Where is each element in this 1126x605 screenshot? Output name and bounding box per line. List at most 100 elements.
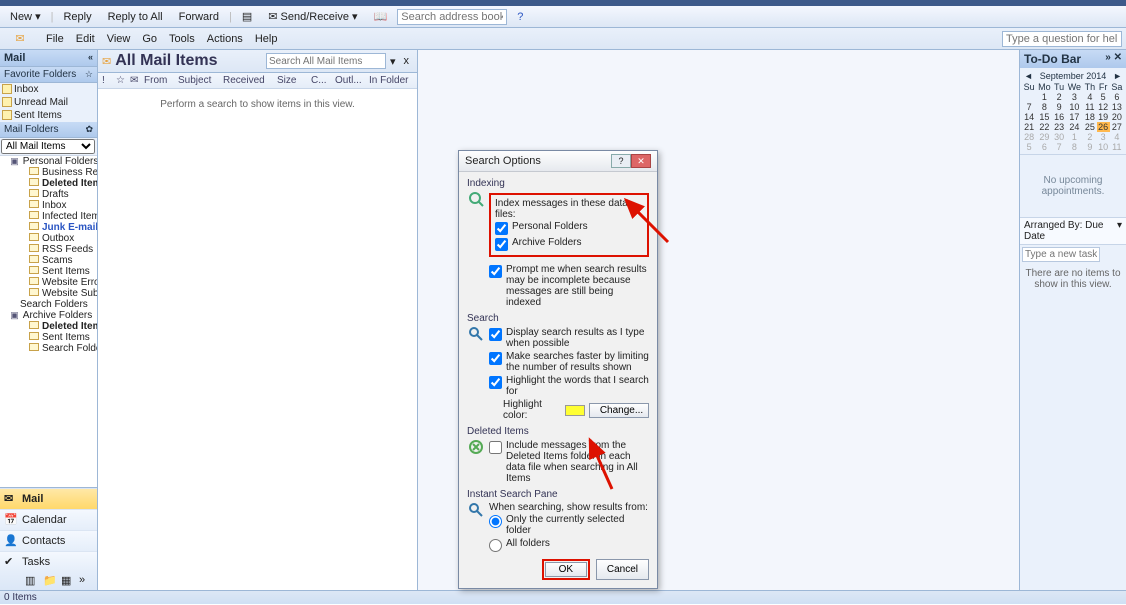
calendar-day[interactable]: 13 [1110,102,1124,112]
prompt-checkbox[interactable]: Prompt me when search results may be inc… [489,263,649,309]
calendar-day[interactable]: 19 [1097,112,1110,122]
prev-month-icon[interactable]: ◄ [1024,71,1033,81]
calendar-day[interactable]: 21 [1022,122,1036,132]
next-month-icon[interactable]: ► [1113,71,1122,81]
fav-inbox[interactable]: Inbox [0,83,97,96]
calendar-day[interactable]: 15 [1036,112,1052,122]
tree-item[interactable]: Deleted Items (55) [20,178,97,189]
notes-icon[interactable]: ▥ [25,574,39,588]
sort-icon[interactable]: ▾ [1117,220,1122,242]
tree-item[interactable]: Website Errors [20,277,97,288]
calendar-day[interactable]: 10 [1066,102,1083,112]
new-task-row[interactable] [1020,245,1126,264]
calendar-day[interactable]: 4 [1083,92,1097,102]
calendar-day[interactable]: 16 [1053,112,1066,122]
tree-item[interactable]: Infected Items [20,211,97,222]
reply-all-button[interactable]: Reply to All [102,9,169,25]
calendar-day[interactable]: 11 [1083,102,1097,112]
limit-results-checkbox[interactable]: Make searches faster by limiting the num… [489,350,649,374]
menu-view[interactable]: View [101,31,137,47]
configure-icon[interactable]: » [79,574,93,588]
nav-mail[interactable]: ✉Mail [0,488,97,509]
tree-item[interactable]: RSS Feeds [20,244,97,255]
index-file-row[interactable]: Archive Folders [495,236,643,252]
forward-button[interactable]: Forward [173,9,225,25]
help-icon[interactable]: ? [511,9,529,25]
calendar-day[interactable]: 17 [1066,112,1083,122]
menu-help[interactable]: Help [249,31,284,47]
highlight-checkbox[interactable]: Highlight the words that I search for [489,374,649,398]
tree-item[interactable]: Sent Items [20,332,97,343]
radio-selected-folder[interactable]: Only the currently selected folder [489,513,649,537]
calendar-day[interactable]: 6 [1110,92,1124,102]
tree-item[interactable]: Drafts [20,189,97,200]
calendar-day[interactable]: 2 [1053,92,1066,102]
filter-icon[interactable]: ▤ [236,8,258,25]
calendar-day[interactable]: 4 [1110,132,1124,142]
dialog-help-icon[interactable]: ? [611,154,631,168]
calendar-day[interactable]: 5 [1097,92,1110,102]
fav-unread[interactable]: Unread Mail [0,96,97,109]
column-headers[interactable]: ! ☆ ✉ From Subject Received Size C... Ou… [98,73,417,89]
nav-contacts[interactable]: 👤Contacts [0,530,97,551]
calendar-day[interactable]: 11 [1110,142,1124,152]
fav-sent[interactable]: Sent Items [0,109,97,122]
dialog-titlebar[interactable]: Search Options ? ✕ [459,151,657,172]
search-dropdown-icon[interactable]: ▾ [386,55,400,68]
menu-file[interactable]: File [40,31,70,47]
tree-item[interactable]: Deleted Items (11) [20,321,97,332]
date-navigator[interactable]: ◄September 2014► SuMoTuWeThFrSa123456789… [1020,68,1126,154]
calendar-day[interactable]: 7 [1022,102,1036,112]
calendar-day[interactable]: 9 [1053,102,1066,112]
todo-min-icon[interactable]: » ✕ [1105,52,1122,63]
calendar-day[interactable]: 14 [1022,112,1036,122]
tree-item[interactable]: Inbox [20,200,97,211]
tree-item[interactable]: Business Related [20,167,97,178]
tree-toggle[interactable]: ▣ [10,156,19,167]
calendar-day[interactable]: 20 [1110,112,1124,122]
calendar-day[interactable]: 2 [1083,132,1097,142]
calendar-day[interactable]: 7 [1053,142,1066,152]
collapse-icon[interactable]: « [88,52,93,62]
calendar-day[interactable]: 18 [1083,112,1097,122]
calendar-day[interactable]: 23 [1053,122,1066,132]
send-receive-button[interactable]: ✉ Send/Receive ▾ [262,8,363,25]
addressbook-icon[interactable]: 📖 [368,8,394,25]
cancel-button[interactable]: Cancel [596,559,649,580]
tree-item[interactable]: Outbox [20,233,97,244]
include-deleted-checkbox[interactable]: Include messages from the Deleted Items … [489,439,649,485]
menu-edit[interactable]: Edit [70,31,101,47]
display-as-type-checkbox[interactable]: Display search results as I type when po… [489,326,649,350]
calendar-day[interactable] [1022,92,1036,102]
search-expand-icon[interactable]: x [400,55,414,67]
mailfolders-header[interactable]: Mail Folders✿ [0,122,97,138]
reply-button[interactable]: Reply [57,9,97,25]
tree-item[interactable]: Junk E-mail [1] [20,222,97,233]
calendar-day[interactable]: 22 [1036,122,1052,132]
menu-tools[interactable]: Tools [163,31,201,47]
allitems-dropdown[interactable]: All Mail Items [1,139,95,154]
radio-all-folders[interactable]: All folders [489,537,649,553]
tree-toggle[interactable]: ▣ [10,310,19,321]
calendar-day[interactable]: 6 [1036,142,1052,152]
calendar-day[interactable]: 27 [1110,122,1124,132]
index-file-row[interactable]: Personal Folders [495,220,643,236]
calendar-day[interactable]: 3 [1066,92,1083,102]
tree-search-folders[interactable]: Search Folders [19,299,89,310]
arrange-by[interactable]: Arranged By: Due Date▾ [1020,218,1126,245]
tree-item[interactable]: Search Folders [20,343,97,354]
tree-item[interactable]: Sent Items [20,266,97,277]
tree-item[interactable]: Scams [20,255,97,266]
calendar-day[interactable]: 5 [1022,142,1036,152]
calendar-day[interactable]: 25 [1083,122,1097,132]
help-search[interactable] [1002,31,1122,47]
ok-button[interactable]: OK [545,562,587,577]
tree-item[interactable]: Website Submission [20,288,97,299]
calendar-day[interactable]: 1 [1036,92,1052,102]
menu-go[interactable]: Go [136,31,163,47]
calendar-day[interactable]: 29 [1036,132,1052,142]
search-addressbook-input[interactable] [397,9,507,25]
calendar-day[interactable]: 26 [1097,122,1110,132]
nav-tasks[interactable]: ✔Tasks [0,551,97,572]
change-color-button[interactable]: Change... [589,403,649,418]
